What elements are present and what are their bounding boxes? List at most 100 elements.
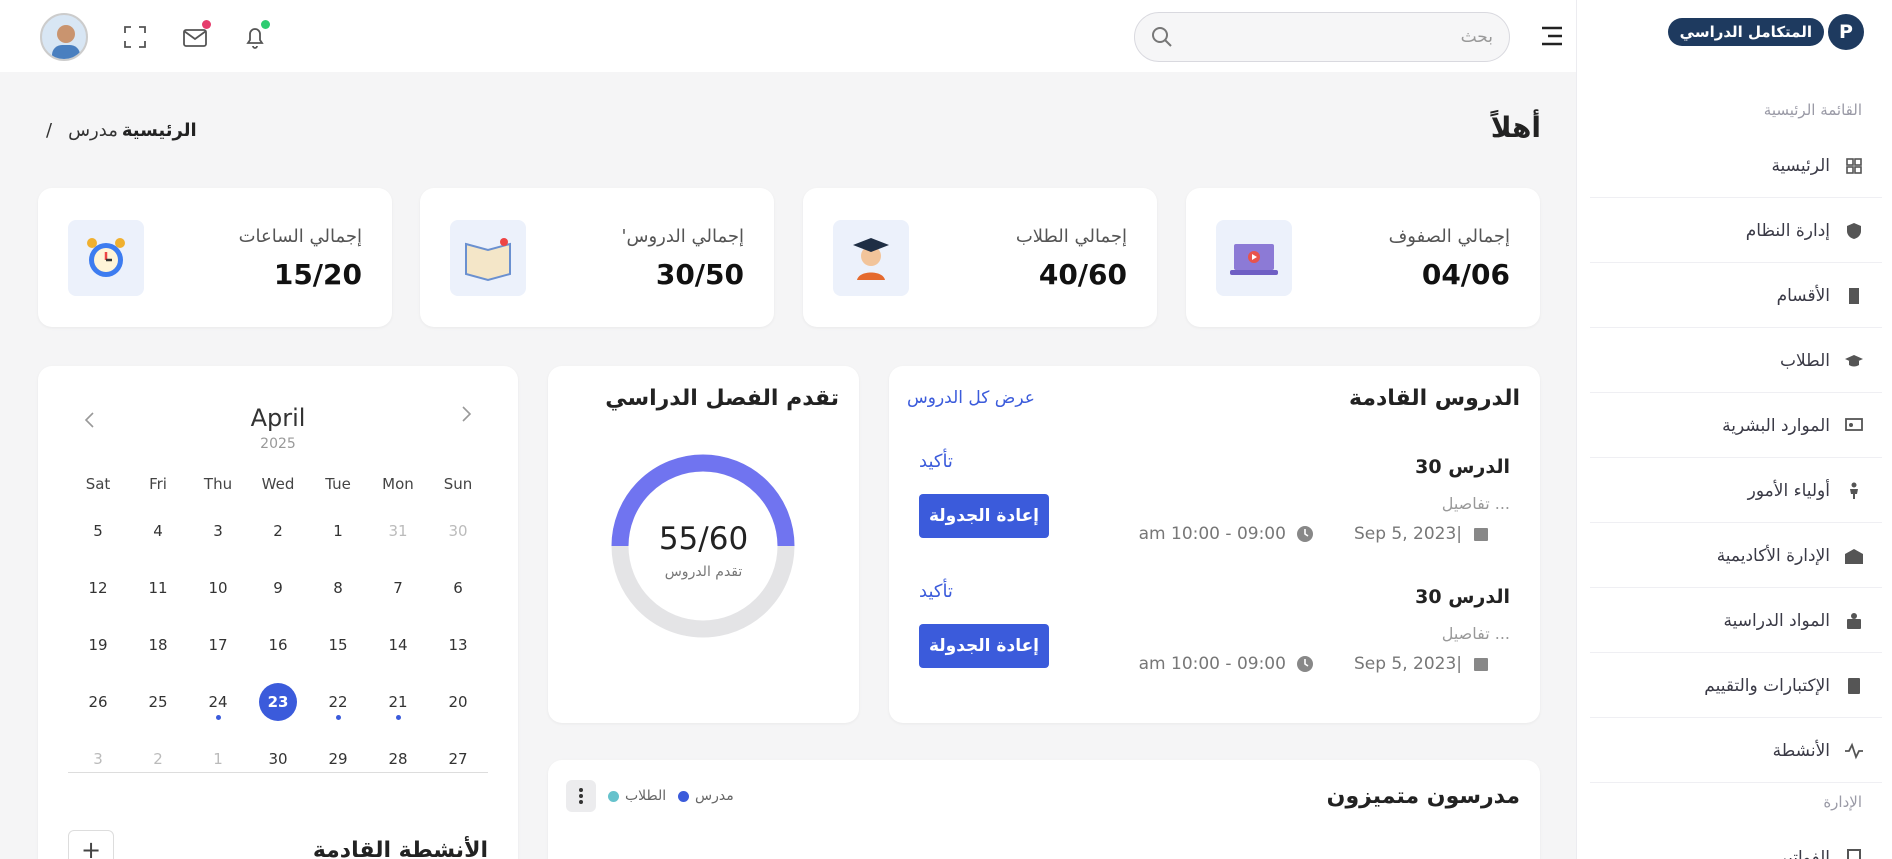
- calendar-day[interactable]: 17: [188, 636, 248, 654]
- calendar-day[interactable]: 20: [428, 693, 488, 711]
- weekday-label: Mon: [382, 475, 414, 493]
- calendar-day[interactable]: 6: [428, 579, 488, 597]
- calendar-day[interactable]: 11: [128, 579, 188, 597]
- calendar-day[interactable]: 30: [248, 750, 308, 768]
- calendar-day[interactable]: 18: [128, 636, 188, 654]
- calendar-day-number: 9: [273, 578, 283, 597]
- calendar-day[interactable]: 16: [248, 636, 308, 654]
- calendar-day[interactable]: 2: [128, 750, 188, 768]
- calendar-day-number: 11: [148, 578, 168, 597]
- calendar-day[interactable]: 9: [248, 579, 308, 597]
- calendar-day[interactable]: 7: [368, 579, 428, 597]
- calendar-day[interactable]: 1: [188, 750, 248, 768]
- calendar-day-number: 31: [388, 521, 408, 540]
- sidebar-item-4[interactable]: الموارد البشرية: [1590, 394, 1882, 458]
- calendar-day[interactable]: 14: [368, 636, 428, 654]
- semester-progress-card: تقدم الفصل الدراسي 55/60 تقدم الدروس: [548, 366, 859, 723]
- calendar-day[interactable]: 29: [308, 750, 368, 768]
- calendar-day-number: 6: [453, 578, 463, 597]
- sidebar-item-label: الفواتير: [1778, 848, 1830, 859]
- breadcrumb-separator: /: [46, 120, 53, 141]
- breadcrumb-current: مدرس: [68, 120, 118, 141]
- presentation-icon: [1845, 417, 1863, 431]
- calendar-day[interactable]: 12: [68, 579, 128, 597]
- open-book-icon: [450, 220, 526, 296]
- calendar-day-number: 25: [148, 692, 168, 711]
- calendar-day[interactable]: 3: [188, 522, 248, 540]
- calendar-day[interactable]: 22: [308, 692, 368, 720]
- sidebar-item-label: أولياء الأمور: [1747, 480, 1830, 501]
- event-dot: [216, 714, 221, 720]
- calendar-day[interactable]: 4: [128, 522, 188, 540]
- calendar-day[interactable]: 2: [248, 522, 308, 540]
- weekday-label: Tue: [325, 475, 351, 493]
- calendar-day[interactable]: 5: [68, 522, 128, 540]
- reschedule-button[interactable]: إعادة الجدولة: [919, 624, 1049, 668]
- calendar-day-number: 18: [148, 635, 168, 654]
- clock-icon: [1296, 656, 1313, 672]
- calendar-day[interactable]: 19: [68, 636, 128, 654]
- lesson-meta: Sep 5, 2023| am 10:00 - 09:00: [1139, 654, 1490, 674]
- calendar-day-number: 26: [88, 692, 108, 711]
- add-activity-button[interactable]: +: [68, 830, 114, 859]
- calendar-day[interactable]: 15: [308, 636, 368, 654]
- top-teachers-card: مدرسون متميزون مدرس الطلاب: [548, 760, 1540, 859]
- sidebar-item-label: الإكتبارات والتقييم: [1704, 675, 1830, 696]
- sidebar-item-6[interactable]: الإدارة الأكاديمية: [1590, 524, 1882, 588]
- legend-student-dot: [608, 790, 619, 802]
- calendar-day[interactable]: 27: [428, 750, 488, 768]
- fullscreen-icon[interactable]: [120, 22, 150, 52]
- graduate-student-icon: [833, 220, 909, 296]
- calendar-day[interactable]: 26: [68, 693, 128, 711]
- app-logo[interactable]: P المتكامل الدراسي: [1667, 14, 1864, 50]
- grid-icon: [1846, 157, 1862, 174]
- calendar-day[interactable]: 1: [308, 522, 368, 540]
- confirm-lesson-link[interactable]: تأكيد: [919, 451, 953, 472]
- upcoming-activities-title: الأنشطة القادمة: [312, 838, 488, 859]
- sidebar-item-1[interactable]: إدارة النظام: [1590, 199, 1882, 263]
- calendar-day-number: 21: [388, 692, 408, 711]
- stat-card-0: إجمالي الصفوف 04/06: [1186, 188, 1540, 327]
- sidebar-item-label: الموارد البشرية: [1722, 415, 1830, 436]
- sidebar-item-9[interactable]: الأنشطة: [1590, 719, 1882, 783]
- calendar-day[interactable]: 10: [188, 579, 248, 597]
- menu-section-main: القائمة الرئيسية: [1763, 101, 1862, 119]
- search-input[interactable]: بحث: [1461, 27, 1493, 47]
- calendar-day-selected[interactable]: 23: [248, 682, 308, 721]
- confirm-lesson-link[interactable]: تأكيد: [919, 581, 953, 602]
- weekday-label: Sun: [443, 475, 473, 493]
- calendar-day[interactable]: 8: [308, 579, 368, 597]
- invoice-icon: [1847, 849, 1861, 859]
- search-bar[interactable]: بحث: [1134, 12, 1510, 62]
- progress-label: تقدم الدروس: [664, 564, 743, 580]
- calendar-day-number: 1: [213, 749, 223, 768]
- calendar-day[interactable]: 25: [128, 693, 188, 711]
- sidebar-item-0[interactable]: الرئيسية: [1590, 134, 1882, 198]
- calendar-day-number: 22: [328, 692, 348, 711]
- calendar-day[interactable]: 30: [428, 522, 488, 540]
- calendar-day-number: 16: [268, 635, 288, 654]
- calendar-day[interactable]: 21: [368, 692, 428, 720]
- user-avatar[interactable]: [40, 13, 88, 61]
- sidebar-item-2[interactable]: الأقسام: [1590, 264, 1882, 328]
- view-all-lessons-link[interactable]: عرض كل الدروس: [907, 388, 1035, 408]
- menu-toggle-icon[interactable]: [1538, 24, 1564, 48]
- calendar-month: April: [250, 404, 306, 432]
- calendar-day[interactable]: 24: [188, 693, 248, 720]
- reschedule-button[interactable]: إعادة الجدولة: [919, 494, 1049, 538]
- weekday-label: Thu: [203, 475, 233, 493]
- calendar-day[interactable]: 28: [368, 750, 428, 768]
- calendar-day[interactable]: 3: [68, 750, 128, 768]
- breadcrumb-home[interactable]: الرئيسية: [122, 120, 197, 141]
- progress-value: 55/60: [658, 521, 749, 557]
- sidebar-item-5[interactable]: أولياء الأمور: [1590, 459, 1882, 523]
- calendar-day-number: 3: [93, 749, 103, 768]
- sidebar-item-8[interactable]: الإكتبارات والتقييم: [1590, 654, 1882, 718]
- sidebar-item-3[interactable]: الطلاب: [1590, 329, 1882, 393]
- calendar-day[interactable]: 13: [428, 636, 488, 654]
- sidebar-item-invoices[interactable]: الفواتير: [1590, 826, 1882, 859]
- person-icon: [1850, 482, 1858, 499]
- calendar-day[interactable]: 31: [368, 522, 428, 540]
- more-options-button[interactable]: [566, 780, 596, 812]
- sidebar-item-7[interactable]: المواد الدراسية: [1590, 589, 1882, 653]
